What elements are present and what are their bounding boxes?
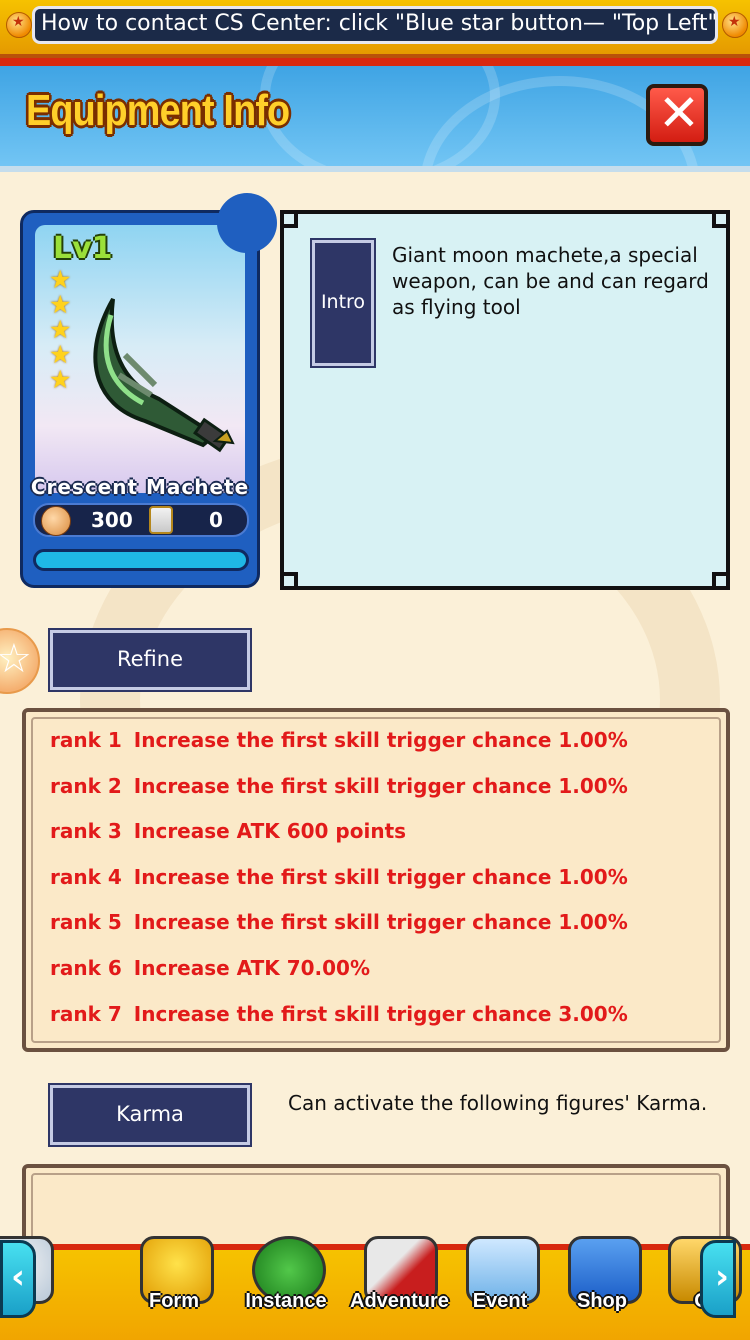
rank-label: rank 1	[50, 728, 122, 752]
nav-label: Instance	[245, 1290, 327, 1312]
announcement-marquee: How to contact CS Center: click "Blue st…	[32, 6, 718, 44]
karma-description: Can activate the following figures' Karm…	[288, 1091, 708, 1115]
chevron-right-icon: ›	[715, 1257, 730, 1297]
announcement-bar: ★ How to contact CS Center: click "Blue …	[0, 0, 750, 58]
star-icon: ★	[49, 265, 72, 294]
refine-button-label: Refine	[116, 647, 184, 671]
rank-label: rank 7	[50, 1001, 122, 1026]
armor-icon	[149, 506, 173, 534]
panel-corner	[712, 210, 730, 228]
machete-icon	[93, 298, 235, 453]
bottom-navigation: omeFormInstanceAdventureEventShopG	[0, 1236, 750, 1340]
close-button[interactable]: ✕	[646, 84, 708, 146]
stat-bar: 300 0	[33, 503, 249, 537]
header: Equipment Info ✕	[0, 66, 750, 172]
star-icon: ☆	[0, 636, 32, 682]
nav-right-arrow[interactable]: ›	[700, 1240, 736, 1318]
equipment-name: Crescent Machete	[30, 475, 250, 499]
star-rating: ★ ★ ★ ★ ★	[49, 267, 77, 392]
rank-effect: Increase ATK 70.00%	[133, 956, 371, 980]
dragon-ball-icon: ★	[722, 12, 748, 38]
star-icon: ★	[49, 340, 72, 369]
star-icon: ★	[49, 290, 72, 319]
nav-label: Form	[149, 1290, 199, 1312]
nav-left-arrow[interactable]: ‹	[0, 1240, 36, 1318]
chevron-left-icon: ‹	[11, 1257, 26, 1297]
exp-bar	[33, 549, 249, 571]
rank-label: rank 5	[50, 910, 122, 935]
rank-label: rank 2	[50, 773, 122, 798]
equipment-card[interactable]: Lv1 ★ ★ ★ ★ ★ Crescent Machete 300 0	[20, 193, 277, 588]
nav-label: Adventure	[350, 1290, 449, 1312]
nav-item-instance[interactable]: Instance	[238, 1236, 334, 1336]
rank-row: rank 7 Increase the first skill trigger c…	[50, 1002, 628, 1026]
karma-button[interactable]: Karma	[48, 1083, 252, 1147]
intro-panel: Intro Giant moon machete,a special weapo…	[280, 210, 730, 590]
rank-label: rank 3	[50, 819, 122, 844]
rank-label: rank 4	[50, 864, 122, 889]
rank-row: rank 4 Increase the first skill trigger c…	[50, 865, 628, 889]
intro-tab-label: Intro	[320, 291, 366, 313]
nav-label: Shop	[577, 1290, 627, 1312]
nav-item-shop[interactable]: Shop	[554, 1236, 650, 1336]
nav-item-form[interactable]: Form	[126, 1236, 222, 1336]
rank-label: rank 6	[50, 956, 122, 980]
attack-value: 300	[91, 508, 133, 532]
customer-service-star-button[interactable]: ☆	[0, 628, 40, 694]
refine-button[interactable]: Refine	[48, 628, 252, 692]
level-badge: Lv1	[53, 231, 113, 266]
announcement-text: How to contact CS Center: click "Blue st…	[41, 11, 718, 36]
equipment-art: Lv1 ★ ★ ★ ★ ★	[35, 225, 245, 493]
card-corner	[217, 193, 277, 253]
divider	[0, 58, 750, 66]
star-icon: ★	[49, 365, 72, 394]
rank-effect: Increase the first skill trigger chance …	[133, 1001, 628, 1026]
rank-effect: Increase the first skill trigger chance …	[133, 864, 628, 889]
dragon-ball-icon: ★	[6, 12, 32, 38]
close-icon: ✕	[658, 84, 700, 142]
rank-row: rank 6 Increase ATK 70.00%	[50, 956, 370, 980]
star-icon: ★	[49, 315, 72, 344]
rank-effect: Increase the first skill trigger chance …	[133, 773, 628, 798]
intro-description: Giant moon machete,a special weapon, can…	[392, 243, 709, 319]
nav-label: Event	[472, 1290, 528, 1312]
rank-row: rank 5 Increase the first skill trigger c…	[50, 910, 628, 934]
page-title: Equipment Info	[26, 86, 290, 135]
rank-effect: Increase ATK 600 points	[133, 819, 407, 844]
rank-row: rank 2 Increase the first skill trigger c…	[50, 774, 628, 798]
rank-row: rank 3 Increase ATK 600 points	[50, 819, 406, 843]
karma-button-label: Karma	[116, 1102, 184, 1126]
panel-corner	[712, 572, 730, 590]
intro-tab[interactable]: Intro	[310, 238, 376, 368]
nav-item-adventure[interactable]: Adventure	[350, 1236, 449, 1336]
rank-effect: Increase the first skill trigger chance …	[133, 728, 628, 752]
refine-rank-panel: rank 1 Increase the first skill trigger c…	[22, 708, 730, 1052]
defense-value: 0	[209, 508, 223, 532]
rank-effect: Increase the first skill trigger chance …	[133, 910, 628, 935]
panel-corner	[280, 210, 298, 228]
nav-item-event[interactable]: Event	[452, 1236, 548, 1336]
rank-row: rank 1 Increase the first skill trigger c…	[50, 728, 628, 752]
fist-icon	[41, 506, 71, 536]
panel-corner	[280, 572, 298, 590]
